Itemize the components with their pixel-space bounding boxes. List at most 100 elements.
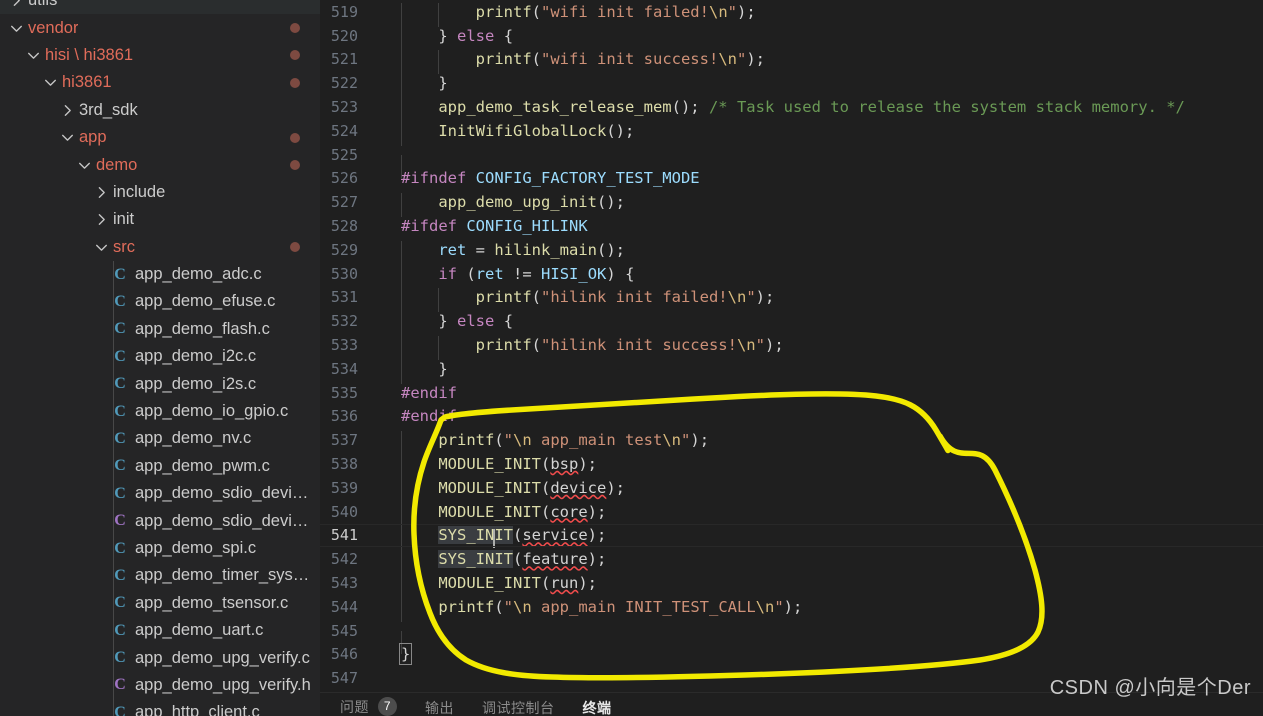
code-line[interactable]: 537 printf("\n app_main test\n"); (320, 428, 1263, 456)
tree-folder-app[interactable]: app (0, 124, 320, 151)
code-line[interactable]: 539 MODULE_INIT(device); (320, 476, 1263, 503)
tree-file-app-demo-pwm-c[interactable]: Capp_demo_pwm.c (0, 453, 320, 480)
tree-file-app-http-client-c[interactable]: Capp_http_client.c (0, 699, 320, 716)
tree-file-app-demo-timer-systick-c[interactable]: Capp_demo_timer_systick.c (0, 562, 320, 589)
tree-file-app-demo-upg-verify-c[interactable]: Capp_demo_upg_verify.c (0, 644, 320, 671)
tree-file-app-demo-flash-c[interactable]: Capp_demo_flash.c (0, 316, 320, 343)
tree-item-label: vendor (28, 18, 79, 37)
tree-file-app-demo-spi-c[interactable]: Capp_demo_spi.c (0, 535, 320, 562)
tree-file-app-demo-tsensor-c[interactable]: Capp_demo_tsensor.c (0, 590, 320, 617)
code-line[interactable]: 543 MODULE_INIT(run); (320, 571, 1263, 598)
tree-file-app-demo-sdio-device-c[interactable]: Capp_demo_sdio_device.c (0, 480, 320, 507)
tree-file-app-demo-i2s-c[interactable]: Capp_demo_i2s.c (0, 370, 320, 397)
code-line[interactable]: 547 (320, 666, 1263, 690)
code-line-text: } else { (377, 312, 513, 337)
code-line[interactable]: 529 ret = hilink_main(); (320, 238, 1263, 265)
bottom-panel-tabs[interactable]: 问题 7 输出 调试控制台 终端 (320, 692, 1263, 716)
file-tree[interactable]: utils vendor hisi \ hi3861 hi3861 3rd_sdkapp… (0, 0, 320, 716)
tree-folder-init[interactable]: init (0, 206, 320, 233)
tree-file-app-demo-uart-c[interactable]: Capp_demo_uart.c (0, 617, 320, 644)
tree-file-app-demo-efuse-c[interactable]: Capp_demo_efuse.c (0, 288, 320, 315)
code-punct: ); (737, 2, 756, 21)
code-line[interactable]: 544 printf("\n app_main INIT_TEST_CALL\n… (320, 595, 1263, 622)
tree-item-label: app_demo_sdio_device.h (135, 511, 312, 530)
line-number: 541 (330, 526, 358, 545)
code-line[interactable]: 538 MODULE_INIT(bsp); (320, 452, 1263, 479)
code-line-text: printf("hilink init failed!\n"); (377, 288, 774, 313)
chevron-right-icon[interactable] (8, 0, 25, 9)
panel-tab-terminal[interactable]: 终端 (583, 700, 612, 716)
code-line[interactable]: 546} (320, 643, 1263, 667)
code-line[interactable]: 533 printf("hilink init success!\n"); (320, 333, 1263, 360)
tree-file-app-demo-i2c-c[interactable]: Capp_demo_i2c.c (0, 343, 320, 370)
code-line[interactable]: 523 app_demo_task_release_mem(); /* Task… (320, 95, 1263, 122)
explorer-sidebar[interactable]: utils vendor hisi \ hi3861 hi3861 3rd_sdkapp… (0, 0, 320, 716)
code-token: SYS_INIT (438, 550, 513, 569)
panel-tab-output-label: 输出 (425, 700, 454, 716)
code-line[interactable]: 534 } (320, 357, 1263, 384)
chevron-down-icon[interactable] (59, 129, 76, 146)
code-line-text: #endif (377, 407, 457, 425)
code-token: device (550, 478, 607, 497)
tree-folder-src[interactable]: src (0, 234, 320, 261)
code-line[interactable]: 526 #ifndef CONFIG_FACTORY_TEST_MODE (320, 167, 1263, 191)
code-token: MODULE_INIT (438, 478, 541, 497)
tree-folder-utils[interactable]: utils (0, 0, 320, 15)
tree-file-app-demo-nv-c[interactable]: Capp_demo_nv.c (0, 425, 320, 452)
code-line-text: MODULE_INIT(device); (377, 478, 625, 503)
tree-item-label: app_demo_spi.c (135, 539, 257, 557)
editor-lines[interactable]: 519 printf("wifi init failed!\n"); 520 } … (320, 0, 1263, 692)
code-line[interactable]: 524 InitWifiGlobalLock(); (320, 119, 1263, 146)
panel-tab-debug-console[interactable]: 调试控制台 (482, 700, 555, 716)
tree-file-app-demo-sdio-device-h[interactable]: Capp_demo_sdio_device.h (0, 507, 320, 534)
code-line[interactable]: 541 SYS_INIT(service); (320, 523, 1263, 551)
code-string: "\n app_main test\n" (503, 431, 691, 450)
code-line[interactable]: 540 MODULE_INIT(core); (320, 500, 1263, 527)
tree-file-app-demo-adc-c[interactable]: Capp_demo_adc.c (0, 261, 320, 288)
line-number: 526 (330, 169, 358, 188)
tree-folder-hi3861[interactable]: hi3861 (0, 69, 320, 96)
tree-item-label: include (113, 182, 166, 201)
code-punct: ( (466, 264, 476, 283)
chevron-down-icon[interactable] (42, 74, 59, 91)
chevron-down-icon[interactable] (8, 20, 25, 37)
code-line[interactable]: 522 } (320, 71, 1263, 99)
git-modified-dot (290, 132, 300, 143)
code-line-text: printf("hilink init success!\n"); (377, 336, 784, 360)
code-token: service (522, 526, 588, 545)
tree-folder-vendor[interactable]: vendor (0, 14, 320, 41)
code-punct: ( (512, 550, 523, 569)
code-line[interactable]: 531 printf("hilink init failed!\n"); (320, 286, 1263, 313)
code-line[interactable]: 542 SYS_INIT(feature); (320, 547, 1263, 575)
code-line[interactable]: 528 #ifdef CONFIG_HILINK (320, 214, 1263, 238)
tree-item-label: 3rd_sdk (79, 100, 138, 119)
code-line[interactable]: 525 (320, 143, 1263, 179)
code-line[interactable]: 530 if (ret != HISI_OK) { (320, 262, 1263, 289)
code-punct: != (513, 264, 532, 283)
code-line[interactable]: 536 #endif (320, 405, 1263, 429)
tree-folder-demo[interactable]: demo (0, 151, 320, 178)
chevron-down-icon[interactable] (76, 157, 93, 174)
code-line[interactable]: 545 (320, 619, 1263, 655)
code-line[interactable]: 521 printf("wifi init success!\n"); (320, 48, 1263, 75)
code-line[interactable]: 527 app_demo_upg_init(); (320, 190, 1263, 218)
tree-folder-include[interactable]: include (0, 179, 320, 206)
tree-file-app-demo-io-gpio-c[interactable]: Capp_demo_io_gpio.c (0, 398, 320, 425)
chevron-down-icon[interactable] (25, 47, 42, 64)
chevron-right-icon[interactable] (93, 184, 110, 201)
chevron-right-icon[interactable] (59, 102, 76, 119)
panel-tab-output[interactable]: 输出 (425, 700, 454, 716)
code-line[interactable]: 532 } else { (320, 309, 1263, 337)
code-editor[interactable]: 519 printf("wifi init failed!\n"); 520 } … (320, 0, 1263, 716)
code-token: printf (438, 597, 495, 616)
tree-file-app-demo-upg-verify-h[interactable]: Capp_demo_upg_verify.h (0, 672, 320, 699)
chevron-right-icon[interactable] (93, 211, 110, 228)
code-line[interactable]: 519 printf("wifi init failed!\n"); (320, 0, 1263, 27)
tree-folder-hisi-hi3861[interactable]: hisi \ hi3861 (0, 42, 320, 69)
tree-item-label: app_demo_nv.c (135, 429, 252, 448)
tree-folder-3rd-sdk[interactable]: 3rd_sdk (0, 97, 320, 124)
code-line[interactable]: 520 } else { (320, 24, 1263, 51)
code-line[interactable]: 535 #endif (320, 381, 1263, 405)
panel-tab-problems[interactable]: 问题 7 (340, 697, 397, 716)
chevron-down-icon[interactable] (93, 239, 110, 256)
